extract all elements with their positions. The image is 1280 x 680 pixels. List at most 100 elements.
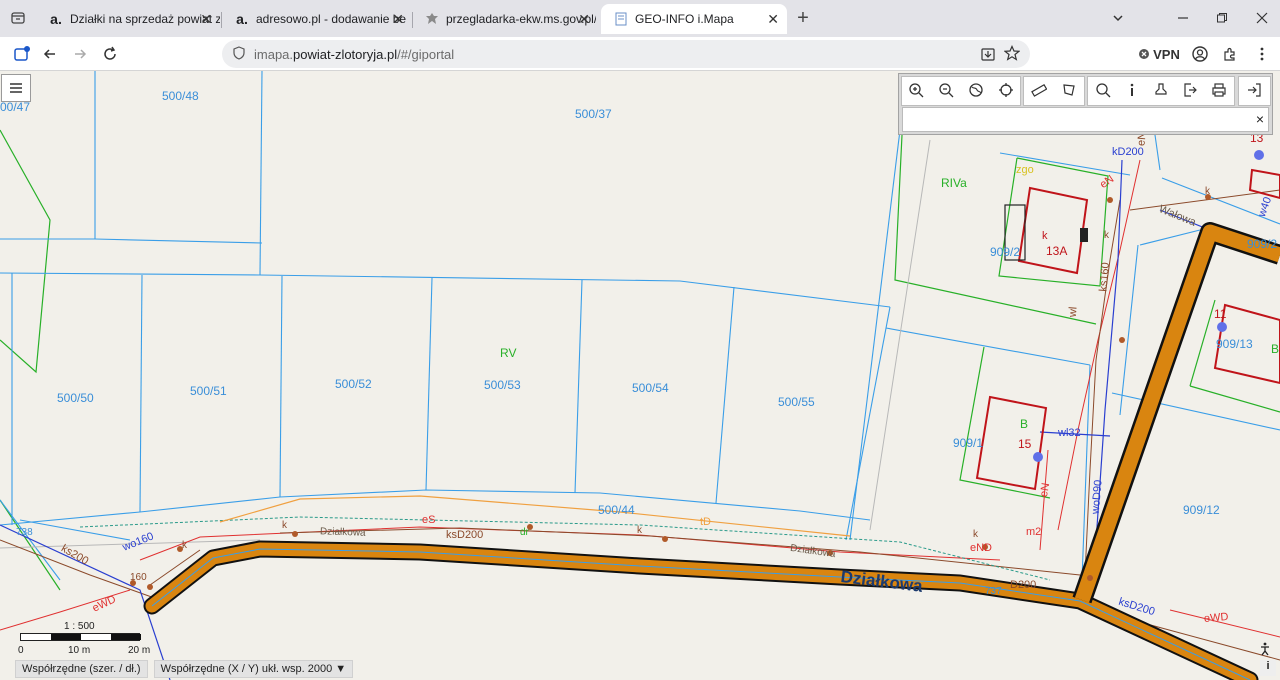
- search-zoom-icon[interactable]: [1089, 77, 1117, 103]
- tab-title: adresowo.pl - dodawanie bezpł: [256, 12, 406, 26]
- tab-geoinfo[interactable]: GEO-INFO i.Mapa ✕: [601, 4, 787, 34]
- restore-icon[interactable]: [1210, 6, 1234, 30]
- site-info-icon[interactable]: [232, 45, 246, 63]
- browser-tab-bar: a. Działki na sprzedaż powiat złoto ✕ a.…: [0, 0, 1280, 37]
- map-search-field[interactable]: ×: [902, 107, 1269, 132]
- map-toolbar: ×: [898, 73, 1273, 135]
- account-icon[interactable]: [1188, 42, 1212, 66]
- menu-dots-icon[interactable]: [1250, 42, 1274, 66]
- coords-latlon-button[interactable]: Współrzędne (szer. / dł.): [15, 660, 148, 678]
- close-window-icon[interactable]: [1250, 6, 1274, 30]
- url-prefix: imapa.: [254, 46, 294, 62]
- utility-label: woD90: [1089, 479, 1105, 515]
- building-mark-label: k: [1042, 230, 1048, 242]
- tab-adresowo[interactable]: a. adresowo.pl - dodawanie bezpł ✕: [222, 4, 412, 34]
- land-use-label: RIVa: [941, 176, 967, 190]
- tab-overview-icon[interactable]: [6, 6, 30, 30]
- scale-bar: 1 : 500 0 10 m 20 m: [16, 619, 156, 659]
- zoom-in-icon[interactable]: [902, 77, 930, 103]
- bookmark-star-icon[interactable]: [1003, 45, 1021, 64]
- building-number: 11: [1214, 307, 1227, 321]
- url-path: /#/giportal: [397, 46, 455, 62]
- parcel-label[interactable]: 500/52: [335, 377, 372, 391]
- scale-tick: 20 m: [128, 645, 151, 656]
- street-name-label: Działkowa: [839, 567, 924, 596]
- parcel-label[interactable]: 909/13: [1216, 337, 1253, 351]
- measure-ruler-icon[interactable]: [1025, 77, 1053, 103]
- parcel-label[interactable]: 500/44: [598, 503, 635, 517]
- print-icon[interactable]: [1205, 77, 1233, 103]
- street-name-ne-label: Wałowa: [1157, 203, 1198, 229]
- map-search-input[interactable]: [903, 108, 1233, 130]
- close-tab-icon[interactable]: ✕: [200, 11, 212, 28]
- utility-label: w40: [1256, 195, 1275, 219]
- parcel-label[interactable]: 500/50: [57, 391, 94, 405]
- info-button[interactable]: i: [1260, 660, 1276, 676]
- parcel-label[interactable]: 909/1: [953, 436, 983, 450]
- stamp-icon[interactable]: [1147, 77, 1175, 103]
- tab-dzialki[interactable]: a. Działki na sprzedaż powiat złoto ✕: [36, 4, 220, 34]
- vpn-button[interactable]: VPN: [1136, 42, 1182, 66]
- parcel-label[interactable]: 909/2: [1247, 237, 1277, 251]
- zoom-out-icon[interactable]: [932, 77, 960, 103]
- url-host: powiat-zlotoryja.pl: [293, 46, 398, 62]
- map-labels: 500/48 500/37 00/47 500/50 500/51 500/52…: [0, 71, 1280, 680]
- parcel-label[interactable]: 500/51: [190, 384, 227, 398]
- utility-label: kD200: [1112, 146, 1144, 158]
- export-icon[interactable]: [1176, 77, 1204, 103]
- clear-search-icon[interactable]: ×: [1256, 111, 1264, 127]
- document-favicon-icon: [613, 11, 629, 27]
- new-tab-button[interactable]: +: [791, 6, 815, 30]
- extensions-icon[interactable]: [1218, 42, 1242, 66]
- utility-label: tD: [700, 516, 711, 528]
- utility-label: eN: [1097, 173, 1117, 191]
- utility-label: 160: [130, 572, 147, 583]
- address-bar[interactable]: imapa. powiat-zlotoryja.pl/#/giportal: [222, 40, 1030, 68]
- parcel-label[interactable]: 500/55: [778, 395, 815, 409]
- utility-label: eS: [422, 514, 436, 526]
- parcel-label[interactable]: 00/47: [0, 100, 30, 114]
- close-tab-icon[interactable]: ✕: [392, 11, 404, 28]
- utility-label: wl: [1066, 306, 1080, 318]
- street-name-small-label: Działkowa: [789, 542, 837, 561]
- parcel-label[interactable]: 500/48: [162, 89, 199, 103]
- utility-label: eND: [970, 542, 993, 554]
- accessibility-icon[interactable]: [1258, 642, 1274, 658]
- logout-icon[interactable]: [1240, 77, 1268, 103]
- forward-arrow-icon[interactable]: [68, 42, 92, 66]
- download-page-icon[interactable]: [980, 46, 996, 65]
- utility-label: ksD200: [446, 529, 484, 541]
- map-menu-button[interactable]: [1, 74, 31, 102]
- reload-icon[interactable]: [98, 42, 122, 66]
- measure-area-icon[interactable]: [1055, 77, 1083, 103]
- tab-list-chevron-icon[interactable]: [1106, 6, 1130, 30]
- utility-label: ks200: [58, 542, 91, 568]
- close-tab-icon[interactable]: ✕: [767, 11, 779, 28]
- utility-label: dr: [520, 527, 529, 538]
- utility-label: wl32: [1058, 427, 1081, 439]
- parcel-label[interactable]: 500/37: [575, 107, 612, 121]
- back-arrow-icon[interactable]: [38, 42, 62, 66]
- parcel-label[interactable]: 909/2: [990, 245, 1020, 259]
- utility-label: zgo: [1016, 164, 1034, 176]
- vpn-icon: [1139, 49, 1150, 59]
- tab-ekw[interactable]: przegladarka-ekw.ms.gov.pl/eu ✕: [412, 4, 598, 34]
- utility-label: k: [182, 540, 187, 551]
- parcel-label[interactable]: 500/53: [484, 378, 521, 392]
- locate-crosshair-icon[interactable]: [992, 77, 1020, 103]
- info-icon[interactable]: [1118, 77, 1146, 103]
- tab-title: GEO-INFO i.Mapa: [635, 12, 734, 26]
- scale-graphic: [20, 633, 141, 641]
- coords-xy-dropdown[interactable]: Współrzędne (X / Y) ukł. wsp. 2000 ▼: [153, 660, 354, 678]
- sidebar-toggle-icon[interactable]: [10, 42, 34, 66]
- scale-ratio: 1 : 500: [64, 621, 95, 632]
- street-name-small-label: Działkowa: [319, 526, 366, 539]
- parcel-label[interactable]: 500/54: [632, 381, 669, 395]
- close-tab-icon[interactable]: ✕: [578, 11, 590, 28]
- building-number: 13A: [1046, 244, 1068, 258]
- parcel-label[interactable]: 909/12: [1183, 503, 1220, 517]
- map-canvas[interactable]: 500/48 500/37 00/47 500/50 500/51 500/52…: [0, 71, 1280, 680]
- minimize-icon[interactable]: [1171, 6, 1195, 30]
- utility-label: 737: [985, 586, 1002, 597]
- full-extent-globe-icon[interactable]: [962, 77, 990, 103]
